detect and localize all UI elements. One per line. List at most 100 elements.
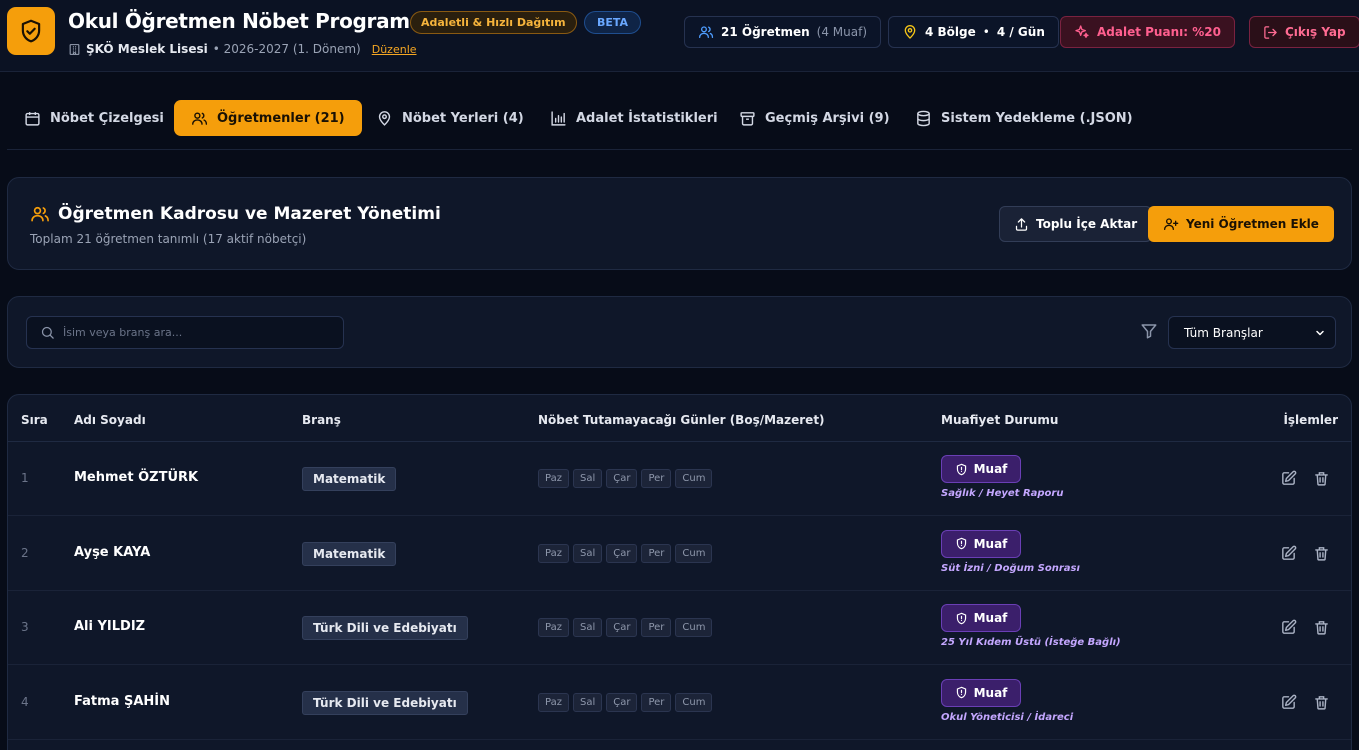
edit-icon[interactable] [1280,619,1297,636]
branch-select[interactable]: Tüm Branşlar [1168,316,1336,349]
row-actions [1280,470,1330,487]
tab-archive[interactable]: Geçmiş Arşivi (9) [722,100,907,136]
branch-tag: Türk Dili ve Edebiyatı [302,616,468,640]
building-icon [68,43,81,56]
row-actions [1280,694,1330,711]
upload-icon [1014,217,1029,232]
exemption-status: Muaf Süt İzni / Doğum Sonrası [941,529,1080,574]
exempt-badge: Muaf [941,604,1021,632]
tab-backup[interactable]: Sistem Yedekleme (.JSON) [898,100,1150,136]
shield-alert-icon [955,537,968,550]
teacher-name: Ayşe KAYA [74,544,151,560]
row-actions [1280,545,1330,562]
tab-locations[interactable]: Nöbet Yerleri (4) [359,100,541,136]
table-row: 4 Fatma ŞAHİN Türk Dili ve Edebiyatı Paz Sal… [8,666,1351,740]
row-index: 2 [21,545,29,560]
school-info: ŞKÖ Meslek Lisesi • 2026-2027 (1. Dönem)… [68,41,417,57]
day-chip[interactable]: Çar [606,469,638,488]
day-chip[interactable]: Sal [572,692,603,712]
edit-icon[interactable] [1280,694,1297,711]
exemption-status: Muaf Okul Yöneticisi / İdareci [941,678,1073,723]
day-chip[interactable]: Per [641,692,672,712]
school-name: ŞKÖ Meslek Lisesi [86,42,208,56]
filter-icon [1140,322,1158,340]
shield-logo-icon [7,7,55,55]
zone-separator: • [982,25,990,39]
day-chip[interactable]: Çar [606,618,638,637]
trash-icon[interactable] [1313,694,1330,711]
shield-alert-icon [955,612,968,625]
exempt-reason: 25 Yıl Kıdem Üstü (İsteğe Bağlı) [941,637,1121,648]
trash-icon[interactable] [1313,470,1330,487]
app-title: Okul Öğretmen Nöbet Programı [68,9,417,33]
exempt-badge: Muaf [941,529,1021,558]
day-chip[interactable]: Cum [675,469,713,488]
fairness-score: Adalet Puanı: %20 [1097,25,1221,39]
row-actions [1280,619,1330,636]
exempt-label: Muaf [973,462,1008,476]
bulk-import-button[interactable]: Toplu İçe Aktar [999,206,1153,242]
database-icon [915,110,932,127]
teacher-name: Mehmet ÖZTÜRK [74,470,199,485]
map-pin-icon [902,24,918,40]
day-chip[interactable]: Sal [572,618,603,637]
logout-icon [1263,25,1278,40]
fairness-score-pill: Adalet Puanı: %20 [1060,16,1235,48]
unavailable-days: Paz Sal Çar Per Cum [538,469,713,488]
map-pin-icon [376,110,393,127]
sparkles-icon [1074,24,1090,40]
edit-icon[interactable] [1280,470,1297,487]
tab-teachers[interactable]: Öğretmenler (21) [174,100,362,136]
day-chip[interactable]: Sal [572,543,603,563]
search-icon [40,325,55,340]
tab-statistics[interactable]: Adalet İstatistikleri [533,100,735,136]
edit-school-link[interactable]: Düzenle [372,43,417,56]
day-chip[interactable]: Paz [538,692,569,712]
day-chip[interactable]: Cum [675,692,713,712]
day-chip[interactable]: Paz [538,469,569,488]
users-icon [698,24,714,40]
day-chip[interactable]: Per [641,618,672,637]
row-index: 3 [21,620,29,634]
edit-icon[interactable] [1280,545,1297,562]
teacher-name: Fatma ŞAHİN [74,693,170,709]
day-chip[interactable]: Per [641,543,672,563]
academic-year: • 2026-2027 (1. Dönem) [212,42,361,56]
day-chip[interactable]: Sal [572,469,603,488]
teacher-count: 21 Öğretmen [721,25,810,39]
per-day-count: 4 / Gün [996,25,1045,39]
col-header-days: Nöbet Tutamayacağı Günler (Boş/Mazeret) [538,413,825,427]
exempt-label: Muaf [973,611,1008,625]
unavailable-days: Paz Sal Çar Per Cum [538,543,713,563]
logout-button[interactable]: Çıkış Yap [1249,16,1359,48]
search-box [26,316,344,349]
exempt-badge: Muaf [941,678,1021,707]
exempt-label: Muaf [973,536,1008,551]
day-chip[interactable]: Cum [675,543,713,563]
branch-tag: Matematik [302,541,397,566]
trash-icon[interactable] [1313,545,1330,562]
tab-schedule[interactable]: Nöbet Çizelgesi [7,100,181,136]
day-chip[interactable]: Çar [606,543,638,563]
exemption-status: Muaf Sağlık / Heyet Raporu [941,455,1063,499]
col-header-name: Adı Soyadı [74,413,146,427]
row-index: 4 [21,694,29,709]
table-row: 3 Ali YILDIZ Türk Dili ve Edebiyatı Paz Sal Ç… [8,591,1351,665]
exemption-status: Muaf 25 Yıl Kıdem Üstü (İsteğe Bağlı) [941,604,1121,648]
row-index: 1 [21,471,29,485]
search-input[interactable] [63,326,323,339]
day-chip[interactable]: Çar [606,692,638,712]
add-teacher-button[interactable]: Yeni Öğretmen Ekle [1148,206,1334,242]
day-chip[interactable]: Paz [538,543,569,563]
shield-alert-icon [955,686,968,699]
col-header-exempt: Muafiyet Durumu [941,413,1059,427]
day-chip[interactable]: Per [641,469,672,488]
col-header-actions: İşlemler [1283,413,1338,427]
day-chip[interactable]: Cum [675,618,713,637]
logout-label: Çıkış Yap [1285,25,1346,39]
trash-icon[interactable] [1313,619,1330,636]
teacher-name: Ali YILDIZ [74,619,146,634]
col-header-index: Sıra [21,413,48,427]
unavailable-days: Paz Sal Çar Per Cum [538,618,713,637]
day-chip[interactable]: Paz [538,618,569,637]
